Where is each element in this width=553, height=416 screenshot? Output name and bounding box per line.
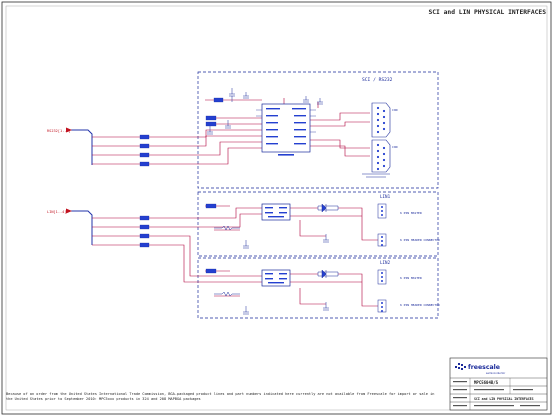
lin-bus-label: LIN[1..4] — [47, 210, 66, 214]
sci-connector-bottom-label: CON — [392, 145, 398, 149]
lin-passives — [214, 203, 339, 315]
company-subtitle: semiconductor — [486, 371, 506, 375]
left-bus-arrows — [66, 127, 72, 214]
lin2-section-box — [197, 257, 439, 319]
board-name: MPC5604B/S — [474, 380, 499, 385]
lin1-header-label: 6 PIN HEADER CONNECTOR — [400, 238, 440, 242]
sci-ground-marks — [362, 173, 390, 178]
lin2-section-title: LIN2 — [380, 260, 391, 265]
lin2-header-connector: 6 PIN HEADER CONNECTOR — [377, 299, 440, 313]
footer-note: Because of an order from the United Stat… — [6, 392, 435, 401]
sci-connector-top-label: CON — [392, 108, 398, 112]
sci-connector-bottom: CON — [371, 139, 398, 173]
sheet-title: SCI and LIN PHYSICAL INTERFACES — [428, 9, 546, 16]
lin-bus-arrow — [66, 208, 72, 214]
schematic-sheet: SCI and LIN PHYSICAL INTERFACES SCI / RS… — [0, 0, 553, 416]
schematic-drawing: SCI and LIN PHYSICAL INTERFACES SCI / RS… — [1, 1, 552, 415]
lin1-master-connector: 6 PIN MASTER — [377, 203, 422, 219]
lin2-master-label: 6 PIN MASTER — [400, 276, 422, 280]
lin1-section-title: LIN1 — [380, 194, 391, 199]
lin1-transceiver-ic — [261, 203, 291, 221]
left-buses — [70, 129, 93, 245]
lin2-transceiver-ic — [261, 269, 291, 287]
sci-bus — [70, 129, 93, 165]
sci-connector-top: CON — [371, 102, 398, 138]
sci-branch-wires — [92, 98, 370, 165]
lin2-header-label: 6 PIN HEADER CONNECTOR — [400, 303, 440, 307]
lin2-master-connector: 6 PIN MASTER — [377, 269, 422, 285]
lin1-header-connector: 6 PIN HEADER CONNECTOR — [377, 233, 440, 247]
lin1-section-box — [197, 191, 439, 257]
footer-note-box: Because of an order from the United Stat… — [6, 392, 435, 401]
lin1-section: LIN1 — [197, 191, 439, 257]
title-block-sheet-title: SCI and LIN PHYSICAL INTERFACES — [474, 397, 534, 401]
lin2-section: LIN2 — [197, 257, 439, 319]
title-block: freescale semiconductor MPC5604B/S SCI a… — [449, 357, 548, 411]
sci-transceiver-ic — [256, 103, 316, 156]
sci-section-title: SCI / RS232 — [362, 77, 393, 83]
lin-jumpers — [139, 203, 217, 274]
lin-bus — [70, 210, 93, 245]
lin1-master-label: 6 PIN MASTER — [400, 211, 422, 215]
company-name: freescale — [468, 364, 500, 371]
